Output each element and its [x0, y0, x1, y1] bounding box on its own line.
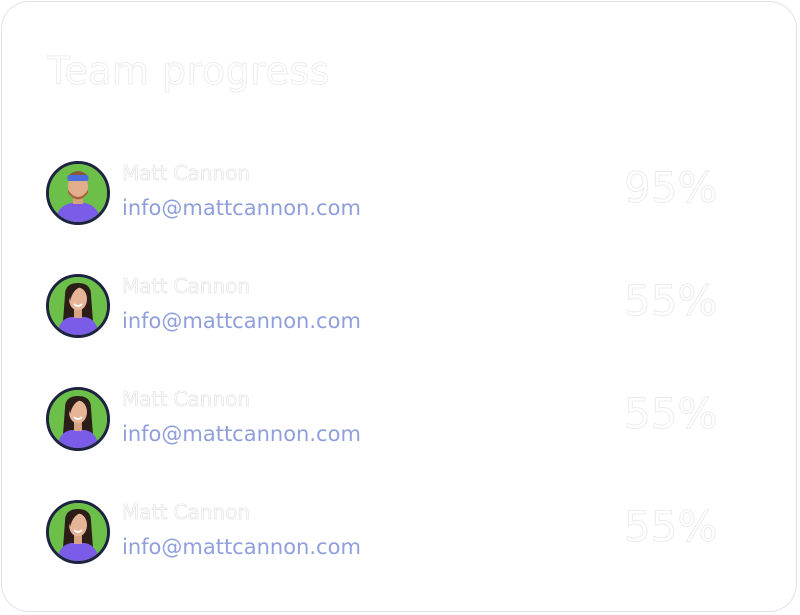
member-email[interactable]: info@mattcannon.com	[122, 537, 361, 558]
team-member-row[interactable]: Matt Cannon info@mattcannon.com 55%	[46, 387, 746, 453]
member-progress: 55%	[623, 389, 718, 438]
member-progress: 95%	[623, 163, 718, 212]
member-email[interactable]: info@mattcannon.com	[122, 198, 361, 219]
member-progress: 55%	[623, 276, 718, 325]
woman-long-hair-avatar-icon	[49, 503, 107, 561]
card-title: Team progress	[46, 49, 331, 93]
woman-long-hair-avatar-icon	[49, 277, 107, 335]
member-avatar	[46, 161, 110, 225]
member-email[interactable]: info@mattcannon.com	[122, 311, 361, 332]
member-avatar	[46, 387, 110, 451]
member-email[interactable]: info@mattcannon.com	[122, 424, 361, 445]
member-progress: 55%	[623, 502, 718, 551]
member-name: Matt Cannon	[122, 500, 251, 524]
member-name: Matt Cannon	[122, 161, 251, 185]
member-avatar	[46, 500, 110, 564]
team-member-row[interactable]: Matt Cannon info@mattcannon.com 95%	[46, 161, 746, 227]
member-avatar	[46, 274, 110, 338]
member-name: Matt Cannon	[122, 387, 251, 411]
team-member-row[interactable]: Matt Cannon info@mattcannon.com 55%	[46, 500, 746, 566]
man-headband-avatar-icon	[49, 164, 107, 222]
team-member-row[interactable]: Matt Cannon info@mattcannon.com 55%	[46, 274, 746, 340]
woman-long-hair-avatar-icon	[49, 390, 107, 448]
member-name: Matt Cannon	[122, 274, 251, 298]
team-progress-card: Team progress Matt Cannon info@mattcanno…	[1, 1, 797, 612]
